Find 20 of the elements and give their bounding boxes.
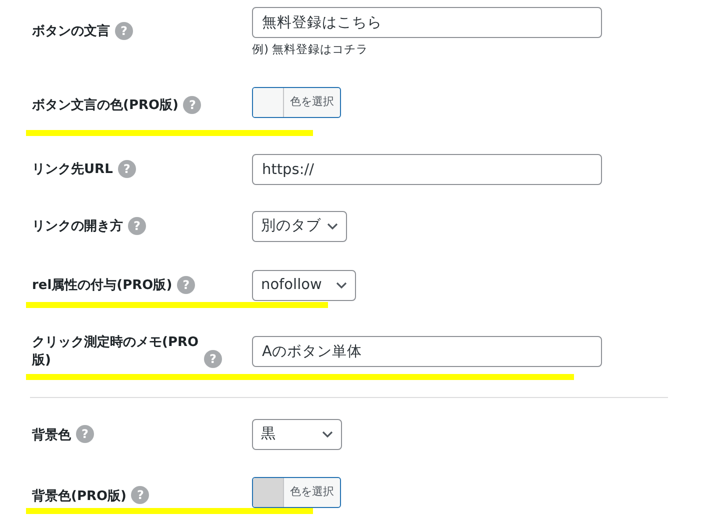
text-field[interactable]: 無料登録はこちら (252, 7, 602, 38)
hint-text: 例) 無料登録はコチラ (252, 42, 370, 56)
select-field[interactable]: nofollow (252, 270, 356, 301)
color-picker-button[interactable]: 色を選択 (252, 87, 341, 118)
field-label: リンクの開き方 (32, 218, 123, 236)
select-field[interactable]: 黒 (252, 419, 342, 450)
text-field[interactable]: https:// (252, 154, 602, 185)
field-label: ボタン文言の色(PRO版) (32, 97, 178, 115)
field-label: 背景色(PRO版) (32, 488, 126, 506)
chevron-icon (336, 282, 347, 289)
chevron-icon (327, 223, 338, 230)
chevron-icon (322, 431, 333, 438)
field-label: rel属性の付与(PRO版) (32, 277, 172, 295)
field-label: クリック測定時のメモ(PRO版) (32, 334, 199, 370)
field-label: 背景色 (32, 426, 71, 444)
color-picker-button[interactable]: 色を選択 (252, 477, 341, 508)
field-label: リンク先URL (32, 161, 113, 179)
text-field[interactable]: Aのボタン単体 (252, 336, 602, 368)
field-label: ボタンの文言 (32, 23, 110, 41)
select-field[interactable]: 別のタブ (252, 211, 347, 242)
